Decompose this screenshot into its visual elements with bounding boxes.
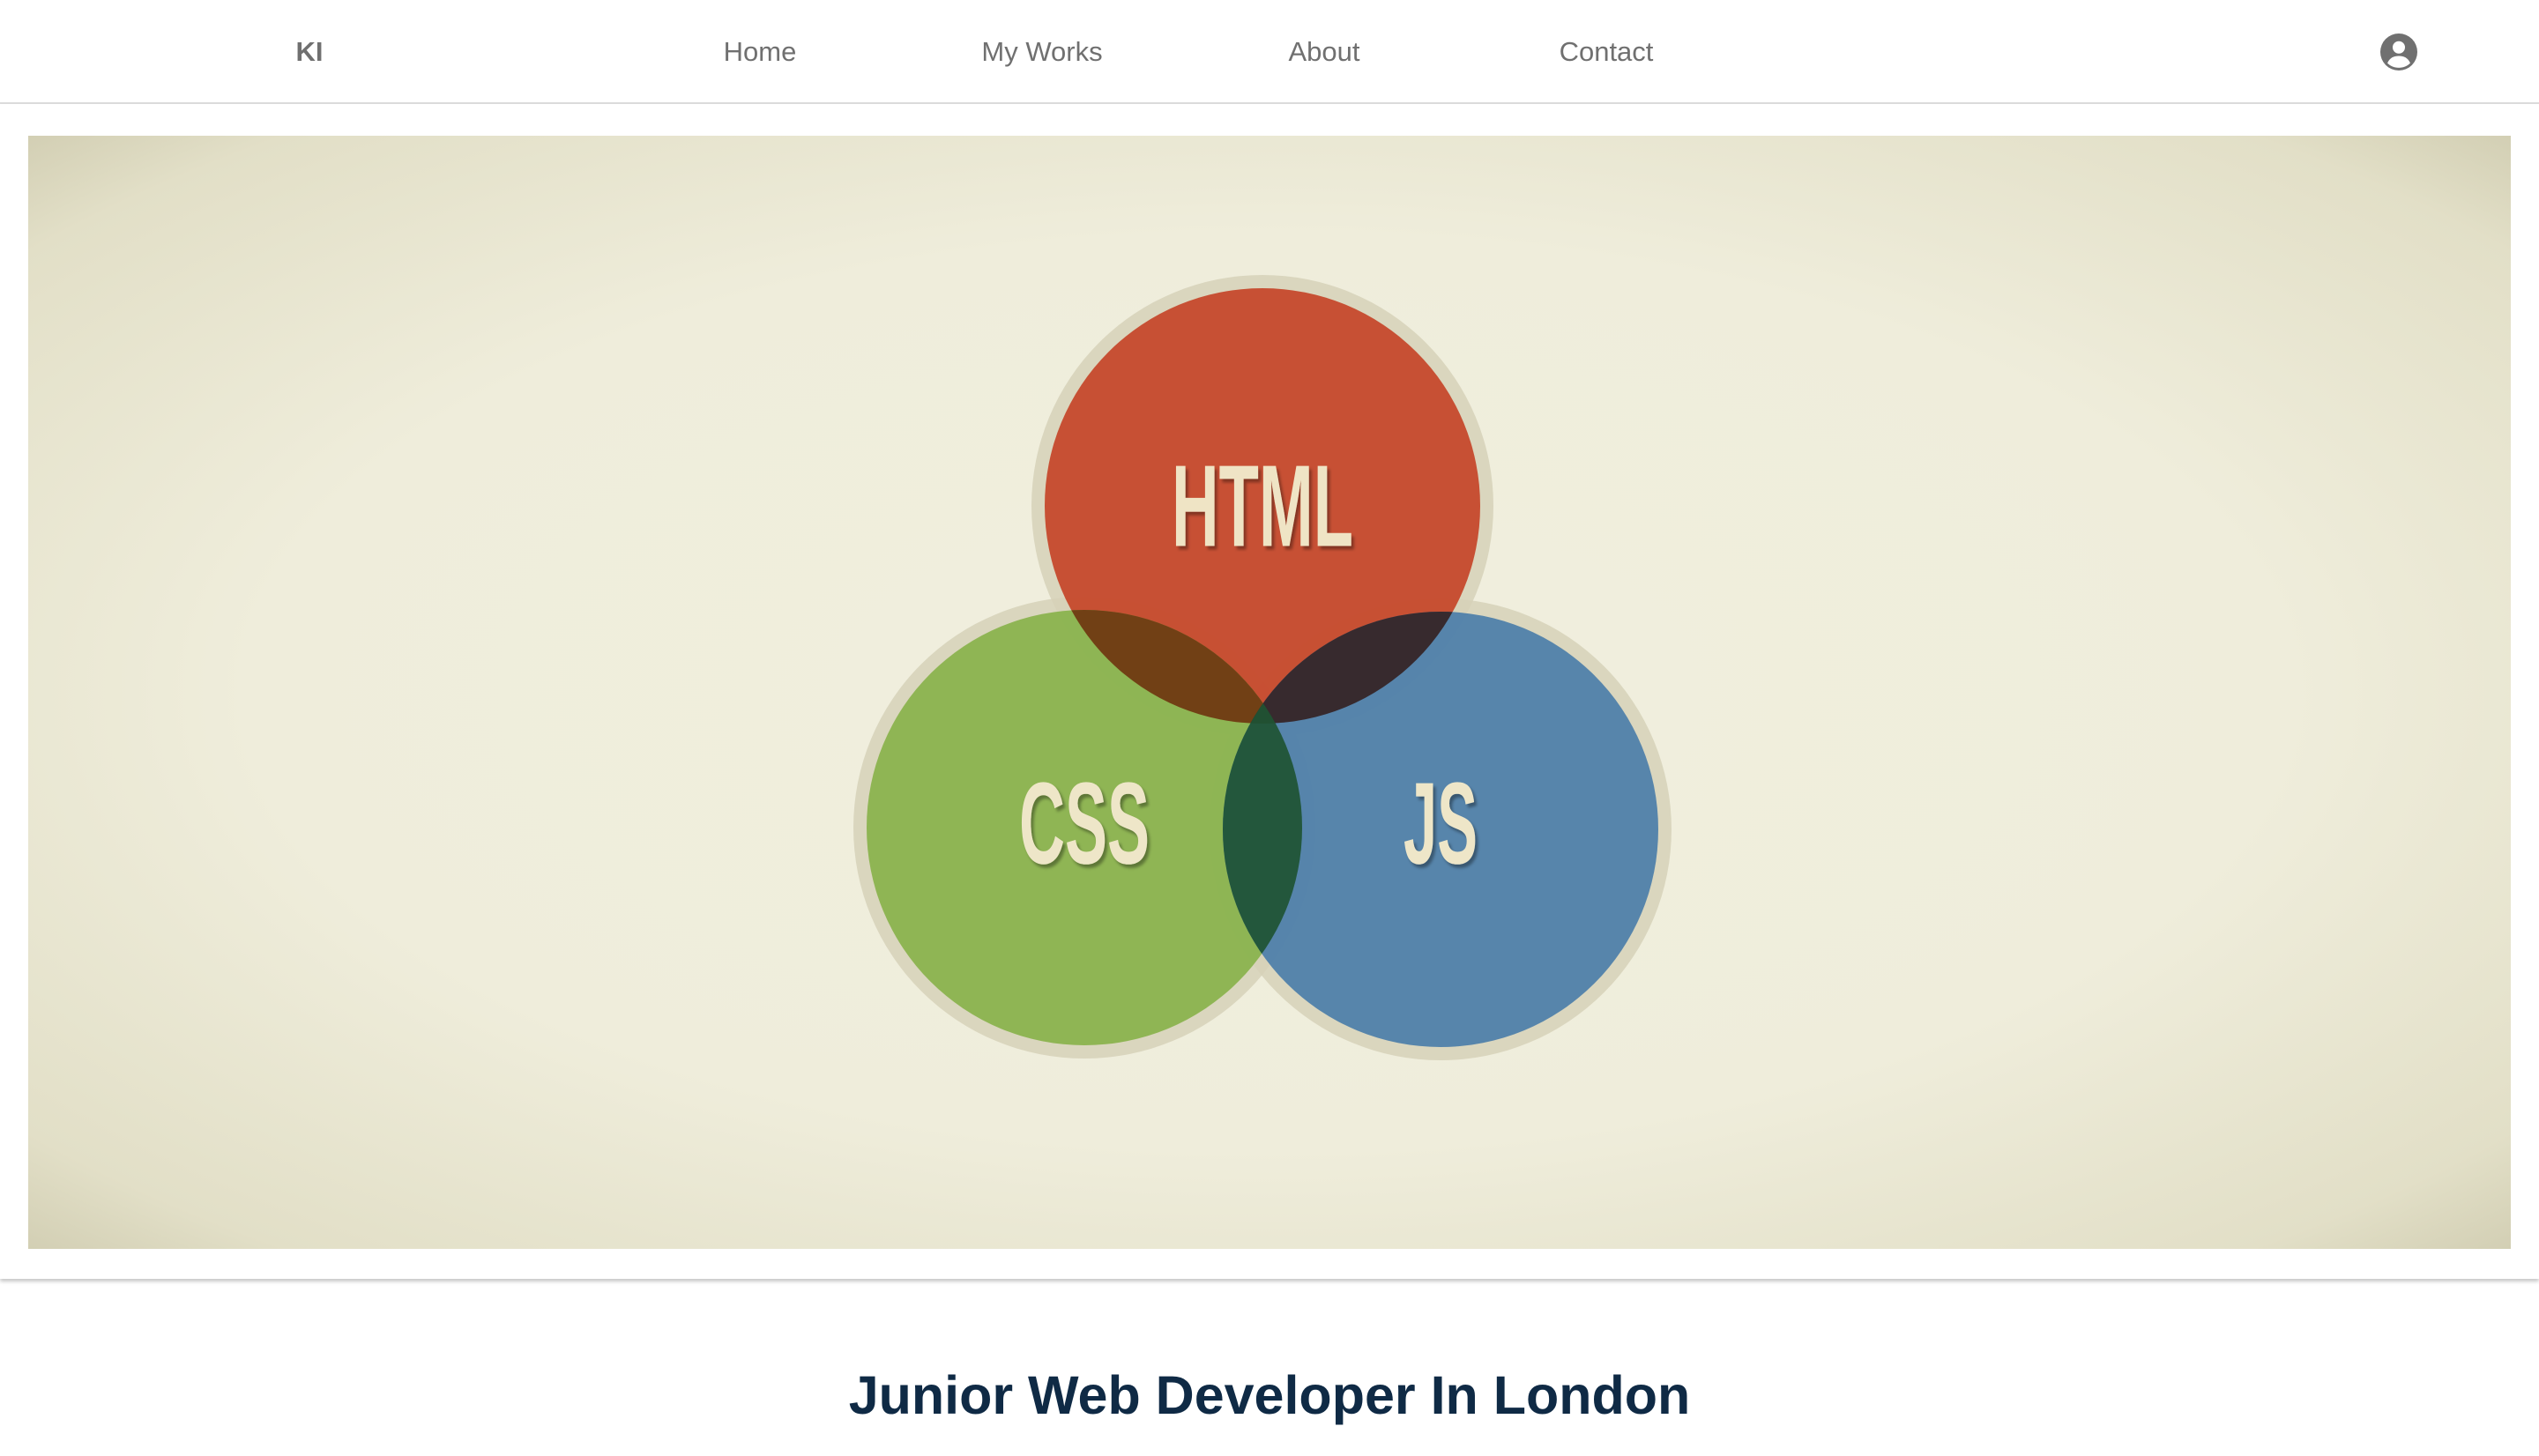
nav-link-my-works[interactable]: My Works xyxy=(981,0,1102,104)
js-label: JS xyxy=(1404,759,1478,888)
html-label: HTML xyxy=(1172,442,1353,571)
account-circle-icon[interactable] xyxy=(2380,33,2417,71)
nav-link-about[interactable]: About xyxy=(1288,0,1359,104)
css-label: CSS xyxy=(1019,759,1150,888)
hero-card: HTML CSS JS xyxy=(0,104,2539,1279)
nav-link-home[interactable]: Home xyxy=(724,0,797,104)
page-tagline: Junior Web Developer In London xyxy=(848,1365,1691,1425)
nav-link-contact[interactable]: Contact xyxy=(1560,0,1654,104)
hero-venn-image: HTML CSS JS xyxy=(28,136,2511,1249)
top-navbar: KI Home My Works About Contact xyxy=(0,0,2539,104)
brand-logo-link[interactable]: KI xyxy=(296,0,324,104)
